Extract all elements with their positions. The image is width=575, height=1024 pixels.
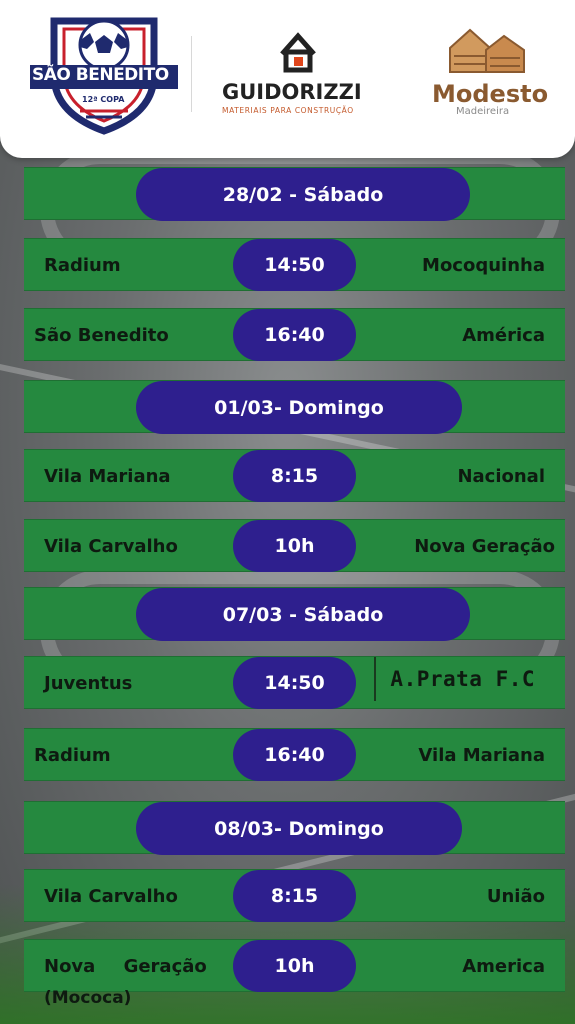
modesto-logo: Modesto Madeireira (428, 26, 550, 121)
home-team: Vila Carvalho (44, 536, 178, 557)
away-team: Mocoquinha (422, 255, 545, 276)
sponsor1-name: SÃO BENEDITO (32, 65, 169, 85)
sponsor3-name: Modesto (432, 80, 549, 108)
sponsor-header: SÃO BENEDITO 12ª COPA GUIDORIZZI MATERIA… (0, 0, 575, 158)
away-team: União (486, 886, 545, 907)
home-team-subtitle: (Mococa) (44, 988, 132, 1008)
date-pill: 01/03- Domingo (136, 381, 462, 434)
match-row: São Benedito 16:40 América (24, 308, 565, 361)
match-row: Vila Mariana 8:15 Nacional (24, 449, 565, 502)
home-team: Juventus (44, 673, 133, 694)
match-time: 16:40 (233, 729, 356, 781)
match-row: Radium 14:50 Mocoquinha (24, 238, 565, 291)
match-time: 14:50 (233, 657, 356, 709)
header-divider (191, 36, 192, 112)
match-row: Vila Carvalho 8:15 União (24, 869, 565, 922)
home-team: Vila Carvalho (44, 886, 178, 907)
date-row: 08/03- Domingo (24, 801, 565, 855)
date-row: 01/03- Domingo (24, 380, 565, 434)
away-team: América (462, 325, 545, 346)
date-row: 28/02 - Sábado (24, 167, 565, 221)
match-time: 14:50 (233, 239, 356, 291)
wood-house-icon (449, 28, 525, 73)
match-row: Radium 16:40 Vila Mariana (24, 728, 565, 781)
sponsor2-name: GUIDORIZZI (222, 80, 362, 104)
away-team: Nacional (457, 466, 545, 487)
sponsor1-sub: 12ª COPA (82, 95, 125, 104)
match-time: 10h (233, 940, 356, 992)
match-time: 16:40 (233, 309, 356, 361)
sao-benedito-logo: SÃO BENEDITO 12ª COPA (30, 15, 178, 135)
date-row: 07/03 - Sábado (24, 587, 565, 641)
away-team: America (462, 956, 545, 977)
date-pill: 08/03- Domingo (136, 802, 462, 855)
guidorizzi-logo: GUIDORIZZI MATERIAIS PARA CONSTRUÇÃO (220, 30, 380, 120)
match-time: 10h (233, 520, 356, 572)
date-pill: 28/02 - Sábado (136, 168, 470, 221)
match-row: Juventus 14:50 A.Prata F.C (24, 656, 565, 709)
home-team: Vila Mariana (44, 466, 171, 487)
away-team: A.Prata F.C (374, 657, 549, 701)
home-team: Radium (44, 255, 121, 276)
sponsor2-sub: MATERIAIS PARA CONSTRUÇÃO (222, 106, 354, 115)
away-team: Nova Geração (414, 536, 555, 557)
match-time: 8:15 (233, 450, 356, 502)
sponsor3-sub: Madeireira (456, 106, 510, 117)
house-icon (280, 32, 316, 73)
match-time: 8:15 (233, 870, 356, 922)
date-pill: 07/03 - Sábado (136, 588, 470, 641)
away-team: Vila Mariana (418, 745, 545, 766)
home-team: São Benedito (34, 325, 169, 346)
match-row: Nova Geração 10h America (24, 939, 565, 992)
home-team: Radium (34, 745, 111, 766)
match-row: Vila Carvalho 10h Nova Geração (24, 519, 565, 572)
home-team: Nova Geração (44, 956, 207, 977)
